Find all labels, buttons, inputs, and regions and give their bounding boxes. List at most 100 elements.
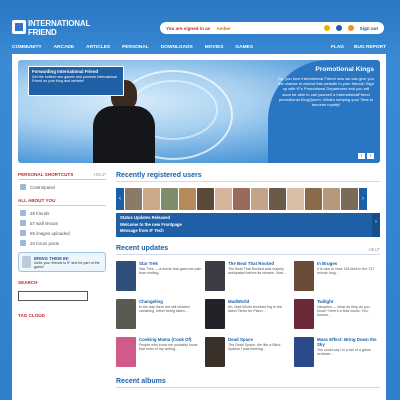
update-thumbnail	[205, 336, 225, 367]
hero-next-arrow-icon[interactable]: ›	[367, 153, 374, 159]
user-avatar[interactable]	[341, 188, 358, 210]
news-ticker: Status Updates Released Welcome to the n…	[116, 213, 380, 237]
user-avatar[interactable]	[125, 188, 142, 210]
friends-icon	[20, 210, 26, 216]
site-logo[interactable]: INTERNATIONAL FRIEND	[12, 17, 104, 39]
nav-personal[interactable]: PERSONAL	[122, 45, 149, 50]
update-item[interactable]: In Bruges It is nice to read 126 likes in…	[294, 260, 380, 294]
stat-wall-shouts[interactable]: 57 wall shouts	[18, 216, 106, 226]
stat-friends[interactable]: 38 friends	[18, 206, 106, 216]
user-avatar[interactable]	[233, 188, 250, 210]
ticker-item[interactable]: Message from IF Tech	[120, 228, 376, 235]
invite-box[interactable]: BRING THEM IN! Invite your friends to IF…	[18, 252, 106, 272]
tagcloud-header: TAG CLOUD	[18, 313, 106, 320]
update-item[interactable]: Dead Space The Dead Space, the like a Bli…	[205, 336, 291, 370]
update-item[interactable]: Twilight Vampires — what do they do you k…	[294, 298, 380, 332]
nav-articles[interactable]: ARTICLES	[86, 45, 110, 50]
user-avatar[interactable]	[251, 188, 268, 210]
username-link[interactable]: Amber	[216, 26, 231, 31]
hero-notice-box[interactable]: Forwarding International Friend Get the …	[28, 66, 124, 96]
rss-icon[interactable]	[347, 25, 354, 31]
controlpanel-label: Controlpanel	[30, 184, 55, 190]
user-avatar[interactable]	[197, 188, 214, 210]
notification-icon[interactable]	[323, 25, 330, 31]
nav-bug-report[interactable]: BUG REPORT	[354, 45, 386, 50]
hero-notice-body: Get the hottest new games and promote In…	[32, 75, 117, 84]
recent-albums-header: Recent albums	[116, 378, 380, 388]
update-thumbnail	[116, 260, 136, 291]
search-header: SEARCH	[18, 280, 106, 287]
image-icon	[20, 230, 26, 236]
recent-users-title: Recently registered users	[116, 172, 202, 179]
update-item[interactable]: Cooking Mama (Cook Of) People who know me…	[116, 336, 202, 370]
shortcuts-header: PERSONAL SHORTCUTS HELP	[18, 172, 106, 180]
user-avatar[interactable]	[143, 188, 160, 210]
users-next-arrow-icon[interactable]: ›	[359, 188, 367, 210]
ticker-next-arrow-icon[interactable]: ›	[372, 213, 380, 237]
recent-users-header: Recently registered users	[116, 172, 380, 182]
help-link[interactable]: HELP	[94, 172, 106, 177]
forum-icon	[20, 240, 26, 246]
stat-images[interactable]: 55 images uploaded	[18, 226, 106, 236]
all-about-header: ALL ABOUT YOU	[18, 198, 106, 206]
logo-text-line2: FRIEND	[28, 28, 57, 37]
user-bar: You are signed in as Amber Sign out	[160, 22, 384, 34]
update-thumbnail	[116, 336, 136, 367]
user-avatar[interactable]	[161, 188, 178, 210]
update-item[interactable]: Star Trek Star Trek — a movie that gave m…	[116, 260, 202, 294]
hero-prev-arrow-icon[interactable]: ‹	[358, 153, 365, 159]
invite-body: Invite your friends to IF and be part of…	[33, 260, 100, 269]
nav-community[interactable]: COMMUNITY	[12, 45, 42, 50]
update-item[interactable]: Changeling In the day there are still chi…	[116, 298, 202, 332]
tagcloud-title: TAG CLOUD	[18, 313, 45, 318]
wall-icon	[20, 220, 26, 226]
update-thumbnail	[205, 260, 225, 291]
hero-promo-panel: Promotional Kings So, you love Internati…	[268, 60, 380, 163]
nav-games[interactable]: GAMES	[235, 45, 253, 50]
search-input[interactable]	[18, 291, 88, 301]
update-thumbnail	[294, 336, 314, 367]
nav-arcade[interactable]: ARCADE	[54, 45, 75, 50]
user-avatar[interactable]	[287, 188, 304, 210]
nav-movies[interactable]: MOVIES	[205, 45, 224, 50]
signed-in-label: You are signed in as	[166, 25, 211, 31]
user-avatar[interactable]	[305, 188, 322, 210]
shortcuts-title: PERSONAL SHORTCUTS	[18, 172, 74, 177]
main-nav: COMMUNITY ARCADE ARTICLES PERSONAL DOWNL…	[12, 42, 386, 52]
logo-mark-icon	[12, 20, 26, 34]
update-thumbnail	[294, 298, 314, 329]
help-link[interactable]: HELP	[369, 247, 380, 252]
sign-out-link[interactable]: Sign out	[360, 26, 378, 31]
stat-forum-posts[interactable]: 26 forum posts	[18, 236, 106, 246]
user-avatar[interactable]	[269, 188, 286, 210]
nav-flag[interactable]: FLAG	[331, 45, 344, 50]
search-title: SEARCH	[18, 280, 38, 285]
user-avatar[interactable]	[215, 188, 232, 210]
all-about-title: ALL ABOUT YOU	[18, 198, 56, 203]
recent-users-strip: ‹ ›	[116, 188, 380, 210]
hero-banner: Forwarding International Friend Get the …	[18, 60, 380, 163]
controlpanel-link[interactable]: Controlpanel	[18, 180, 106, 190]
user-avatar[interactable]	[323, 188, 340, 210]
recent-updates-header: Recent updates HELP	[116, 245, 380, 255]
users-prev-arrow-icon[interactable]: ‹	[116, 188, 124, 210]
promo-title: Promotional Kings	[315, 66, 374, 73]
update-item[interactable]: Mass Effect: Bring Down the Sky You could…	[294, 336, 380, 370]
controlpanel-icon	[20, 184, 26, 190]
update-thumbnail	[294, 260, 314, 291]
sidebar: PERSONAL SHORTCUTS HELP Controlpanel ALL…	[18, 172, 106, 320]
update-item[interactable]: The Beat That Rocked The Beat That Rocked…	[205, 260, 291, 294]
hero-notice-title: Forwarding International Friend	[32, 69, 99, 74]
recent-albums-title: Recent albums	[116, 377, 166, 385]
update-thumbnail	[205, 298, 225, 329]
update-item[interactable]: MadWorld Ah, Mad World received big in th…	[205, 298, 291, 332]
nav-downloads[interactable]: DOWNLOADS	[161, 45, 193, 50]
recent-updates-title: Recent updates	[116, 244, 169, 252]
user-avatar[interactable]	[179, 188, 196, 210]
hero-pager: ‹ ›	[358, 153, 374, 159]
promo-body: So, you love International Friend now we…	[278, 76, 374, 107]
logo-text-line1: INTERNATIONAL	[28, 19, 91, 28]
invite-avatar-icon	[22, 256, 31, 268]
update-thumbnail	[116, 298, 136, 329]
message-icon[interactable]	[335, 25, 342, 31]
